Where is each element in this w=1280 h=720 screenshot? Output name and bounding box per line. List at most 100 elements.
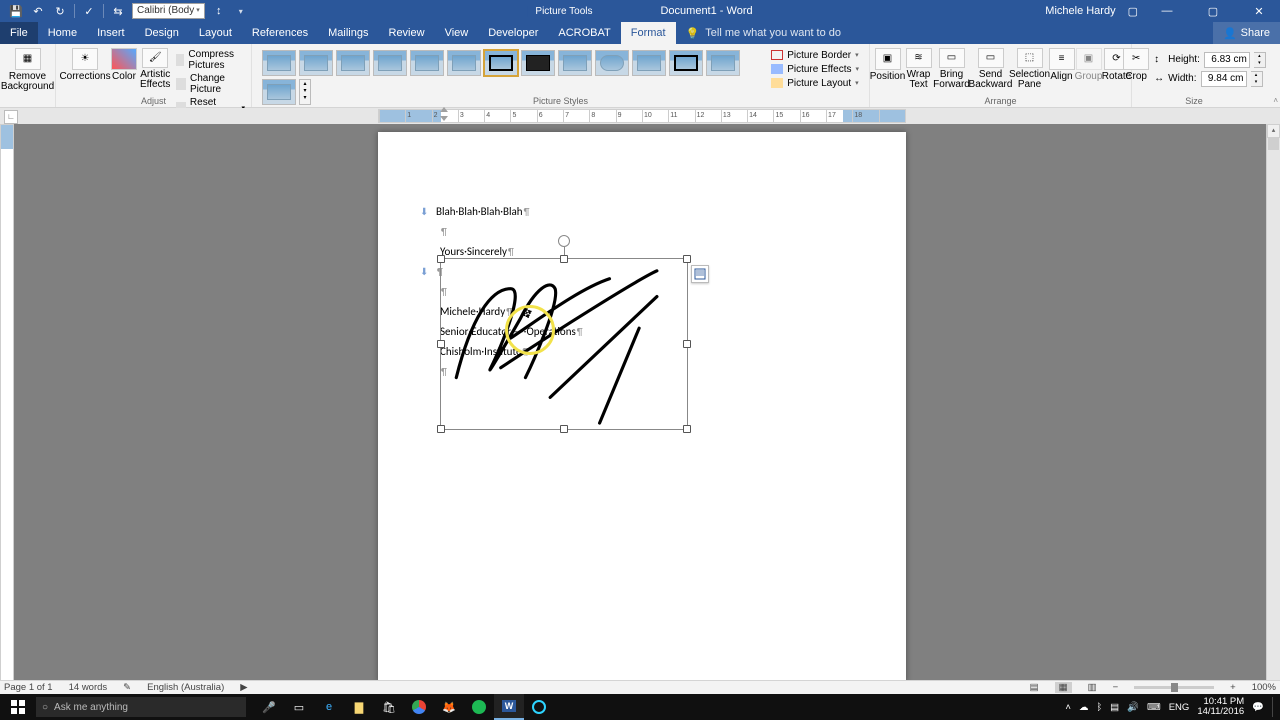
volume-icon[interactable]: 🔊 (1127, 702, 1139, 713)
start-button[interactable] (0, 694, 36, 720)
picture-styles-gallery[interactable]: ▴▾▾ (256, 46, 765, 92)
style-thumb[interactable] (299, 50, 333, 76)
save-icon[interactable]: 💾 (8, 3, 24, 19)
undo-icon[interactable]: ↶ (30, 3, 46, 19)
ribbon-opts-icon[interactable]: ▢ (1128, 5, 1138, 18)
picture-border-button[interactable]: Picture Border▾ (769, 50, 861, 61)
vertical-scrollbar[interactable]: ▴ ▾ (1266, 124, 1280, 694)
task-view-icon[interactable]: ▭ (284, 694, 314, 720)
sort-icon[interactable]: ↕ (211, 3, 227, 19)
show-desktop-button[interactable] (1272, 697, 1276, 717)
user-name[interactable]: Michele Hardy (1045, 5, 1115, 17)
tab-home[interactable]: Home (38, 22, 87, 44)
selected-picture[interactable]: ✥ (440, 258, 688, 430)
share-button[interactable]: 👤 Share (1213, 22, 1280, 44)
tab-review[interactable]: Review (379, 22, 435, 44)
send-backward-button[interactable]: ▭Send Backward (971, 46, 1011, 92)
zoom-out-button[interactable]: − (1113, 682, 1119, 693)
network-icon[interactable]: ▤ (1110, 702, 1119, 713)
taskbar-search[interactable]: ○ Ask me anything (36, 697, 246, 717)
mic-icon[interactable]: 🎤 (254, 694, 284, 720)
resize-handle[interactable] (683, 425, 691, 433)
rotate-handle[interactable] (558, 235, 570, 247)
style-thumb[interactable] (595, 50, 629, 76)
notifications-icon[interactable]: 💬 (1252, 702, 1264, 713)
tab-mailings[interactable]: Mailings (318, 22, 378, 44)
resize-handle[interactable] (437, 255, 445, 263)
zoom-in-button[interactable]: + (1230, 682, 1236, 693)
height-input[interactable] (1204, 52, 1250, 68)
tab-file[interactable]: File (0, 22, 38, 44)
style-thumb[interactable] (632, 50, 666, 76)
read-mode-icon[interactable]: ▤ (1030, 682, 1039, 693)
tab-insert[interactable]: Insert (87, 22, 135, 44)
tab-selector[interactable]: ∟ (4, 110, 18, 124)
spelling-icon[interactable]: ✓ (81, 3, 97, 19)
style-thumb[interactable] (706, 50, 740, 76)
font-selector[interactable]: Calibri (Body▾ (132, 3, 205, 19)
tab-layout[interactable]: Layout (189, 22, 242, 44)
onedrive-icon[interactable]: ☁ (1079, 702, 1089, 713)
width-spinner[interactable]: ▴▾ (1251, 71, 1263, 87)
spotify-icon[interactable] (464, 694, 494, 720)
style-thumb[interactable] (410, 50, 444, 76)
resize-handle[interactable] (560, 255, 568, 263)
resize-handle[interactable] (560, 425, 568, 433)
camtasia-icon[interactable] (524, 694, 554, 720)
color-button[interactable]: Color (110, 46, 138, 92)
style-thumb[interactable] (447, 50, 481, 76)
document-area[interactable]: ⬇Blah·Blah·Blah·Blah Yours·Sincerely ⬇ M… (18, 124, 1266, 694)
style-thumb[interactable] (336, 50, 370, 76)
redo-icon[interactable]: ↻ (52, 3, 68, 19)
store-icon[interactable]: 🛍 (374, 694, 404, 720)
ribbon-collapse-icon[interactable]: ˄ (1273, 96, 1278, 105)
tell-me-search[interactable]: 💡 Tell me what you want to do (676, 22, 841, 44)
bluetooth-icon[interactable]: ᛒ (1096, 702, 1102, 713)
wrap-text-button[interactable]: ≋Wrap Text (905, 46, 933, 92)
selection-pane-button[interactable]: ⬚Selection Pane (1011, 46, 1049, 92)
tray-expand-icon[interactable]: ˄ (1065, 702, 1071, 713)
tab-references[interactable]: References (242, 22, 318, 44)
tab-view[interactable]: View (435, 22, 479, 44)
zoom-level[interactable]: 100% (1252, 682, 1276, 693)
tab-format[interactable]: Format (621, 22, 676, 44)
resize-handle[interactable] (437, 340, 445, 348)
horizontal-ruler[interactable]: 123456789101112131415161718 (378, 109, 906, 123)
position-button[interactable]: ▣Position (871, 46, 905, 92)
vertical-ruler[interactable] (0, 124, 14, 694)
compress-pictures-button[interactable]: Compress Pictures (174, 48, 247, 72)
style-thumb[interactable] (521, 50, 555, 76)
picture-effects-button[interactable]: Picture Effects▾ (769, 64, 861, 75)
tab-design[interactable]: Design (135, 22, 189, 44)
chrome-icon[interactable] (404, 694, 434, 720)
print-layout-icon[interactable]: ▦ (1055, 682, 1072, 693)
style-thumb[interactable] (558, 50, 592, 76)
ime-icon[interactable]: ⌨ (1147, 702, 1161, 713)
close-button[interactable]: ✕ (1242, 0, 1276, 22)
maximize-button[interactable]: ▢ (1196, 0, 1230, 22)
tree-icon[interactable]: ⇆ (110, 3, 126, 19)
language-indicator[interactable]: ENG (1169, 702, 1190, 713)
picture-layout-button[interactable]: Picture Layout▾ (769, 78, 861, 89)
zoom-slider[interactable] (1134, 686, 1214, 689)
indent-marker[interactable] (440, 108, 448, 120)
word-icon[interactable]: W (494, 694, 524, 720)
word-count[interactable]: 14 words (69, 682, 108, 693)
scroll-thumb[interactable] (1268, 138, 1279, 150)
crop-button[interactable]: ✂Crop (1122, 46, 1150, 92)
style-thumb[interactable] (262, 50, 296, 76)
resize-handle[interactable] (683, 255, 691, 263)
resize-handle[interactable] (437, 425, 445, 433)
resize-handle[interactable] (683, 340, 691, 348)
style-thumb-selected[interactable] (484, 50, 518, 76)
change-picture-button[interactable]: Change Picture (174, 72, 247, 96)
remove-background-button[interactable]: ▦ Remove Background (4, 46, 52, 94)
tab-acrobat[interactable]: ACROBAT (548, 22, 620, 44)
height-spinner[interactable]: ▴▾ (1254, 52, 1266, 68)
scroll-up-button[interactable]: ▴ (1267, 124, 1280, 138)
clock[interactable]: 10:41 PM 14/11/2016 (1197, 697, 1244, 717)
page-status[interactable]: Page 1 of 1 (4, 682, 53, 693)
style-thumb[interactable] (669, 50, 703, 76)
style-thumb[interactable] (373, 50, 407, 76)
qat-more-icon[interactable]: ▾ (233, 3, 249, 19)
